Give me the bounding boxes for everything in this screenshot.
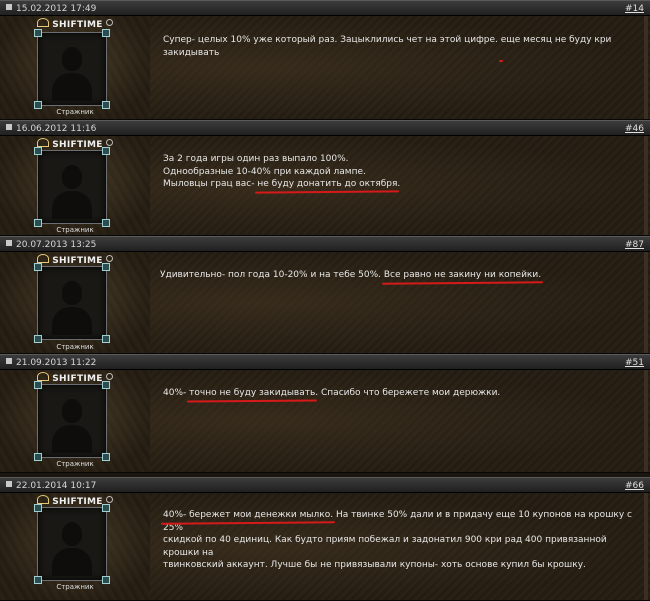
avatar-silhouette-icon	[52, 395, 92, 453]
avatar[interactable]	[34, 504, 110, 584]
status-dot-icon	[105, 255, 113, 262]
post-date: 15.02.2012 17:49	[6, 1, 96, 17]
user-rank: Стражник	[56, 226, 94, 234]
highlighted-text: точно не буду закидывать	[189, 388, 316, 398]
post-number-link[interactable]: #14	[625, 1, 644, 17]
guild-logo-icon	[37, 495, 50, 504]
user-info-panel: SHIFTIME Стражник	[0, 252, 150, 353]
guild-logo-icon	[37, 254, 50, 263]
avatar[interactable]	[34, 263, 110, 343]
username[interactable]: SHIFTIME	[0, 138, 150, 150]
highlighted-text: не буду донатить до октября	[257, 179, 398, 189]
post-body: SHIFTIME Стражник 40%- бережет мои денеж…	[0, 493, 650, 601]
post-message: За 2 года игры один раз выпало 100%. Одн…	[163, 154, 401, 189]
highlighted-text: 40%- бережет мои денежки мылко.	[163, 510, 334, 520]
post-header: 20.07.2013 13:25 #87	[0, 236, 650, 252]
post-date: 21.09.2013 11:22	[6, 355, 96, 371]
user-rank: Стражник	[56, 460, 94, 468]
post-number-link[interactable]: #87	[625, 237, 644, 253]
avatar-silhouette-icon	[52, 518, 92, 576]
post-header: 22.01.2014 10:17 #66	[0, 477, 650, 493]
post-body: SHIFTIME Стражник Удивительно- пол года …	[0, 252, 650, 354]
post-header: 16.06.2012 11:16 #46	[0, 120, 650, 136]
post-number-link[interactable]: #46	[625, 121, 644, 137]
post-date: 20.07.2013 13:25	[6, 237, 96, 253]
user-rank: Стражник	[56, 583, 94, 591]
user-info-panel: SHIFTIME Стражник	[0, 370, 150, 472]
avatar-silhouette-icon	[52, 161, 92, 219]
guild-logo-icon	[37, 138, 50, 147]
user-rank: Стражник	[56, 108, 94, 116]
post-header: 21.09.2013 11:22 #51	[0, 354, 650, 370]
highlighted-text: Все равно не закину ни копейки.	[383, 270, 542, 280]
post-date: 16.06.2012 11:16	[6, 121, 96, 137]
post-date: 22.01.2014 10:17	[6, 478, 96, 494]
user-info-panel: SHIFTIME Стражник	[0, 136, 150, 235]
avatar[interactable]	[34, 29, 110, 109]
user-rank: Стражник	[56, 343, 94, 351]
post-body: SHIFTIME Стражник 40%- точно не буду зак…	[0, 370, 650, 473]
user-info-panel: SHIFTIME Стражник	[0, 16, 150, 119]
guild-logo-icon	[37, 372, 50, 381]
status-dot-icon	[105, 373, 113, 380]
avatar-silhouette-icon	[52, 43, 92, 101]
username[interactable]: SHIFTIME	[0, 18, 150, 30]
post-message: 40%- точно не буду закидывать. Спасибо ч…	[163, 388, 501, 398]
user-info-panel: SHIFTIME Стражник	[0, 493, 150, 600]
post-message: Удивительно- пол года 10-20% и на тебе 5…	[160, 270, 542, 280]
username[interactable]: SHIFTIME	[0, 372, 150, 384]
post-body: SHIFTIME Стражник Супер- целых 10% уже к…	[0, 16, 650, 120]
status-dot-icon	[105, 496, 113, 503]
post-body: SHIFTIME Стражник За 2 года игры один ра…	[0, 136, 650, 236]
username[interactable]: SHIFTIME	[0, 254, 150, 266]
post-number-link[interactable]: #51	[625, 355, 644, 371]
post-number-link[interactable]: #66	[625, 478, 644, 494]
username[interactable]: SHIFTIME	[0, 495, 150, 507]
post-message: Супер- целых 10% уже который раз. Зацыкл…	[163, 35, 612, 58]
guild-logo-icon	[37, 18, 50, 27]
status-dot-icon	[105, 139, 113, 146]
post-message: 40%- бережет мои денежки мылко. На твинк…	[163, 510, 632, 570]
avatar[interactable]	[34, 381, 110, 461]
avatar[interactable]	[34, 147, 110, 227]
post-header: 15.02.2012 17:49 #14	[0, 0, 650, 16]
status-dot-icon	[105, 19, 113, 26]
avatar-silhouette-icon	[52, 277, 92, 335]
